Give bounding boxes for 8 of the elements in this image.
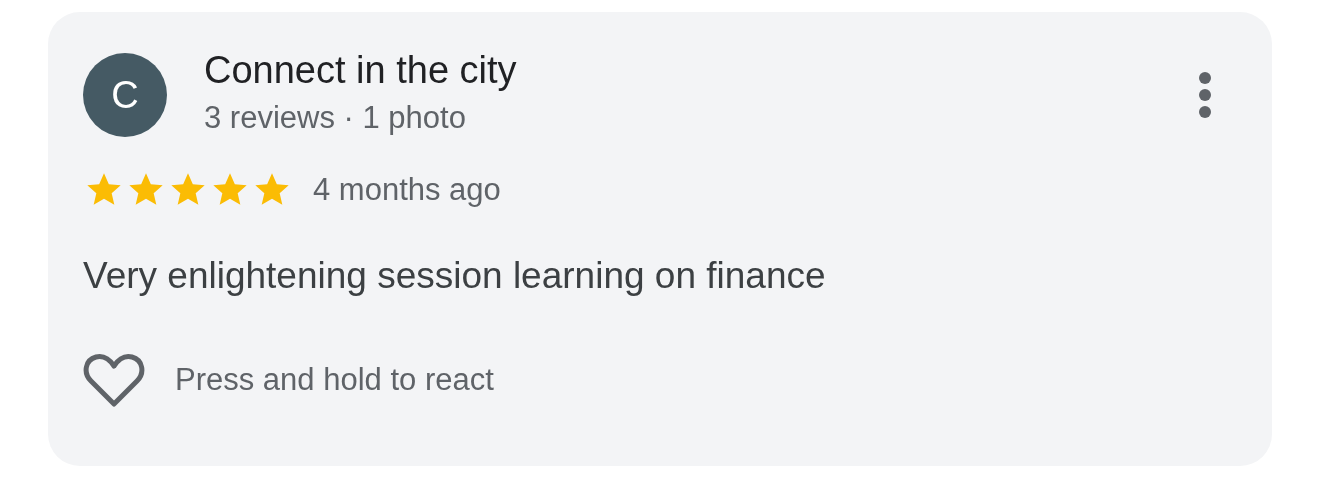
review-time: 4 months ago — [313, 172, 501, 208]
author-name[interactable]: Connect in the city — [204, 44, 1198, 96]
author-meta: 3 reviews · 1 photo — [204, 99, 467, 137]
more-options-icon[interactable] — [1198, 71, 1212, 119]
avatar: C — [83, 53, 167, 137]
review-text: Very enlightening session learning on finance — [83, 254, 827, 298]
reaction-hint: Press and hold to react — [175, 362, 494, 398]
heart-icon[interactable] — [83, 352, 145, 408]
